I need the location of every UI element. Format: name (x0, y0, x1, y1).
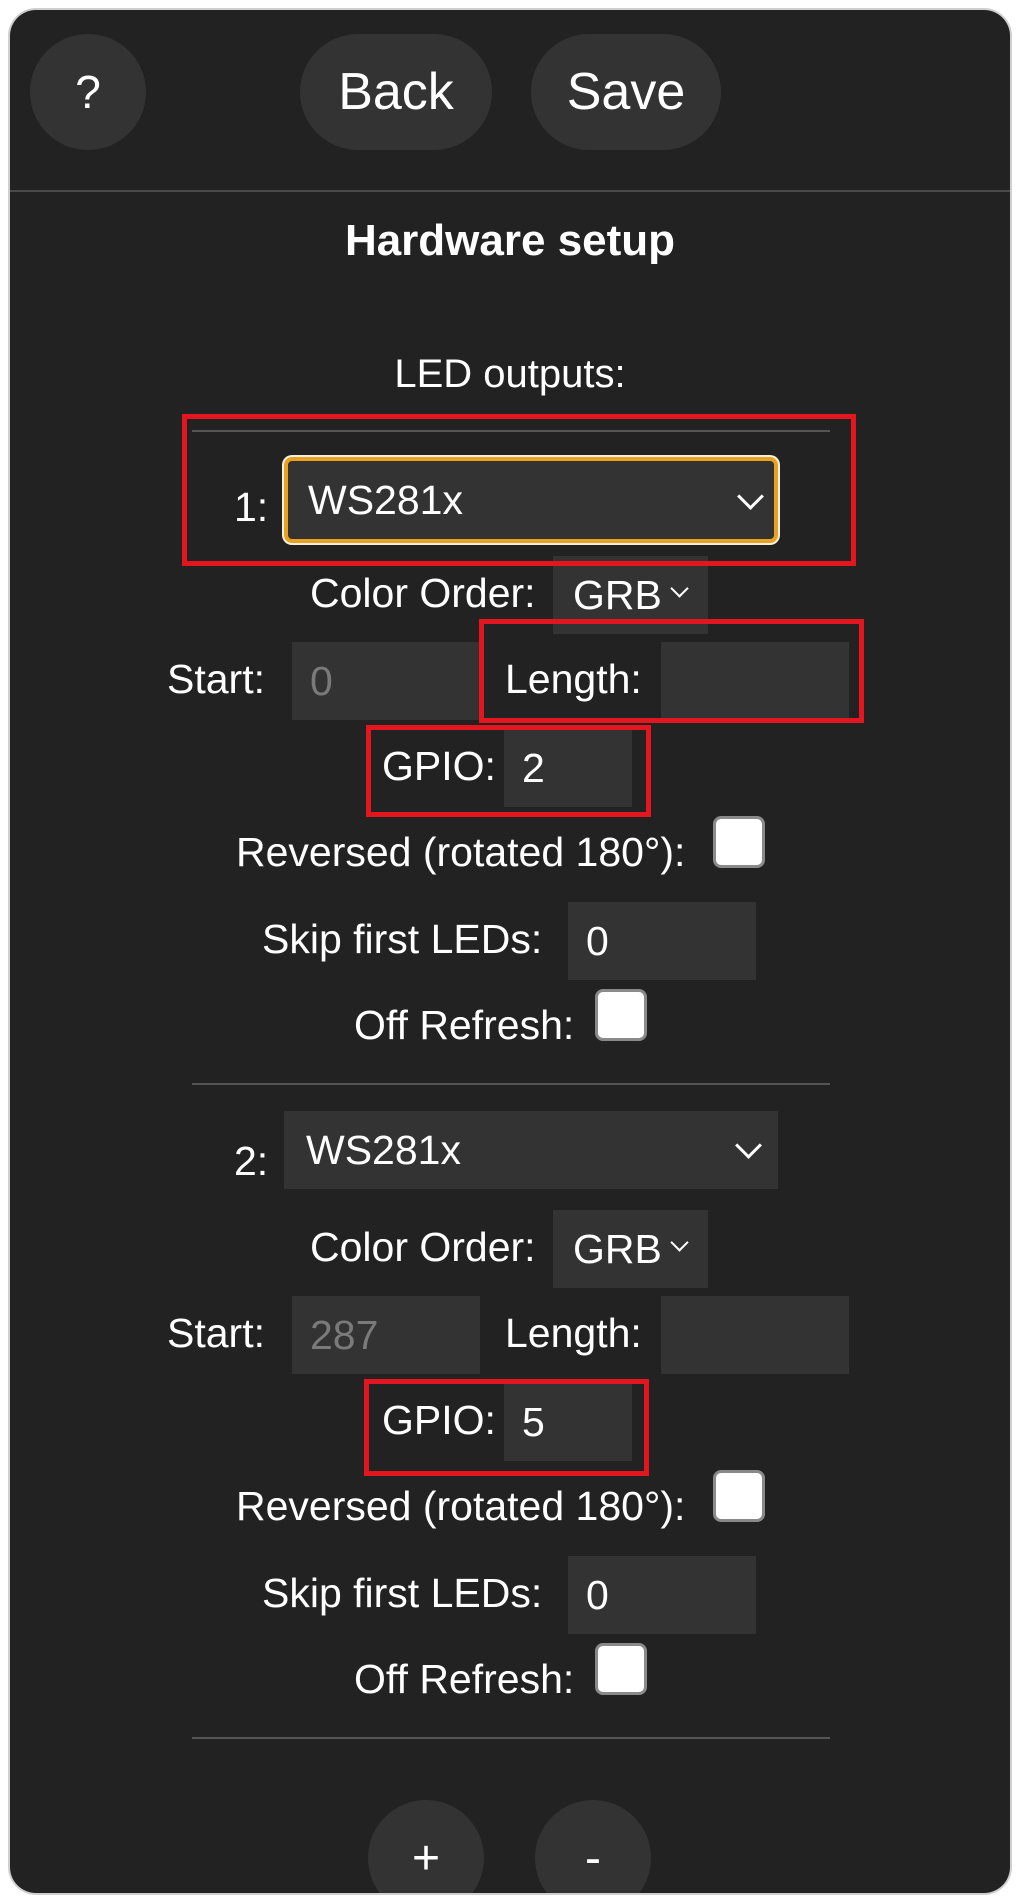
back-button[interactable]: Back (300, 34, 492, 150)
output-1-length-label: Length: (505, 656, 642, 702)
output-1-gpio-input[interactable]: 2 (504, 729, 632, 807)
output-2-start-label: Start: (167, 1310, 265, 1356)
output-1-start-label: Start: (167, 656, 265, 702)
output-2-reversed-label: Reversed (rotated 180°): (236, 1483, 686, 1529)
output-2-gpio-label: GPIO: (382, 1397, 496, 1443)
output-2-index: 2: (234, 1138, 269, 1184)
save-button[interactable]: Save (531, 34, 721, 150)
output-1-type-value: WS281x (308, 476, 463, 523)
output-2-gpio-input[interactable]: 5 (504, 1383, 632, 1461)
output-2-start-input[interactable]: 287 (292, 1296, 480, 1374)
output-1-length-input[interactable] (661, 642, 849, 720)
output-divider (192, 1737, 830, 1739)
output-2-type-select[interactable]: WS281x (284, 1111, 778, 1189)
output-1-color-order-select[interactable]: GRB (553, 556, 708, 634)
help-button[interactable]: ? (30, 34, 146, 150)
chevron-down-icon (735, 1132, 762, 1159)
add-output-button[interactable]: + (368, 1800, 484, 1893)
output-1-color-order-value: GRB (573, 571, 662, 618)
output-2-type-value: WS281x (306, 1126, 461, 1173)
output-1-start-input[interactable]: 0 (292, 642, 480, 720)
output-1-reversed-label: Reversed (rotated 180°): (236, 829, 686, 875)
output-1-off-refresh-label: Off Refresh: (354, 1002, 575, 1048)
output-1-index: 1: (234, 484, 269, 530)
top-bar: ? Back Save (10, 10, 1010, 190)
chevron-down-icon (670, 579, 689, 598)
output-1-skip-label: Skip first LEDs: (262, 916, 543, 962)
chevron-down-icon (670, 1233, 689, 1252)
chevron-down-icon (737, 483, 764, 510)
output-2-color-order-label: Color Order: (310, 1224, 536, 1270)
output-1-color-order-label: Color Order: (310, 570, 536, 616)
output-1-gpio-label: GPIO: (382, 743, 496, 789)
app-window: ? Back Save Hardware setup LED outputs: … (10, 10, 1010, 1893)
output-2-length-label: Length: (505, 1310, 642, 1356)
top-divider (10, 190, 1010, 192)
output-2-length-input[interactable] (661, 1296, 849, 1374)
output-1-type-select[interactable]: WS281x (284, 457, 778, 543)
output-2-color-order-value: GRB (573, 1225, 662, 1272)
output-2-reversed-checkbox[interactable] (713, 1470, 765, 1522)
page-title: Hardware setup (344, 216, 676, 265)
output-2-skip-input[interactable]: 0 (568, 1556, 756, 1634)
output-divider (192, 1083, 830, 1085)
output-1-reversed-checkbox[interactable] (713, 816, 765, 868)
output-2-color-order-select[interactable]: GRB (553, 1210, 708, 1288)
output-2-off-refresh-checkbox[interactable] (595, 1643, 647, 1695)
output-divider (192, 430, 830, 432)
remove-output-button[interactable]: - (535, 1800, 651, 1893)
output-2-skip-label: Skip first LEDs: (262, 1570, 543, 1616)
output-1-off-refresh-checkbox[interactable] (595, 989, 647, 1041)
output-1-skip-input[interactable]: 0 (568, 902, 756, 980)
output-2-off-refresh-label: Off Refresh: (354, 1656, 575, 1702)
section-label: LED outputs: (394, 352, 626, 396)
